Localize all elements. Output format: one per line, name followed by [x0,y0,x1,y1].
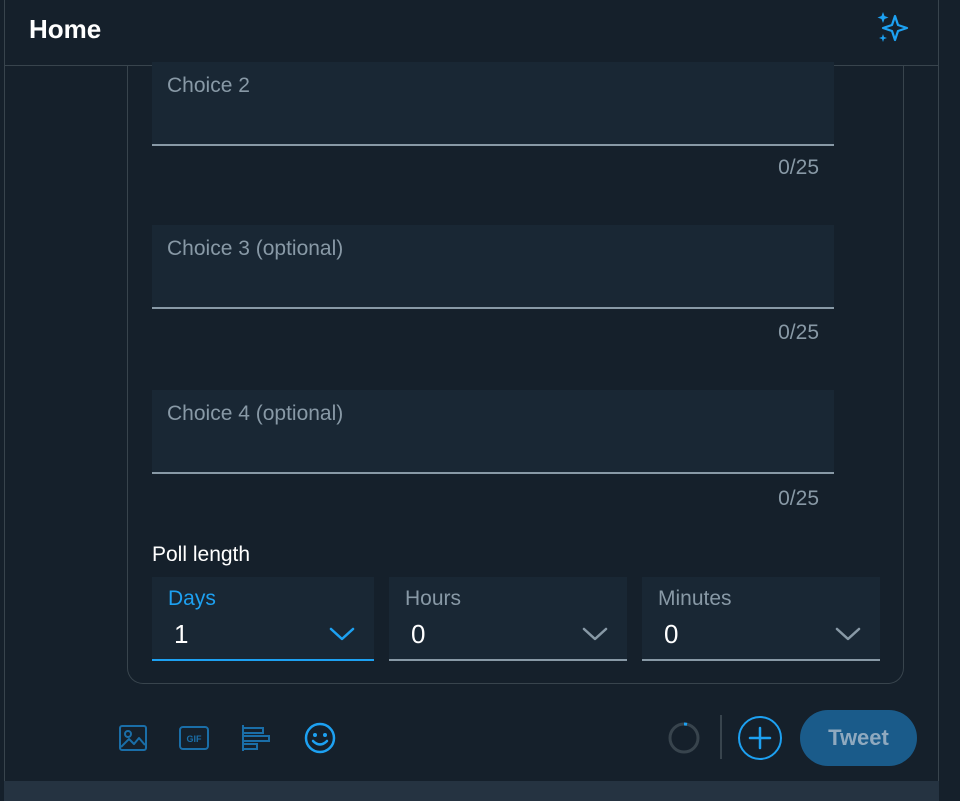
tweet-button[interactable]: Tweet [800,710,917,766]
days-select[interactable]: Days 1 [152,577,374,661]
svg-text:GIF: GIF [187,734,203,744]
poll-choice-3-counter: 0/25 [778,321,819,344]
page-title: Home [29,14,102,44]
days-label: Days [168,587,216,610]
poll-length-label: Poll length [152,543,251,566]
poll-choice-4-field[interactable]: Choice 4 (optional) [152,390,834,474]
gif-icon[interactable]: GIF [176,720,212,756]
home-column: Home Choice 2 0/25 Choice 3 (optional) 0… [4,0,939,801]
days-value: 1 [174,619,189,649]
sparkle-icon[interactable] [873,8,913,48]
add-tweet-icon[interactable] [736,714,784,762]
image-icon[interactable] [115,720,151,756]
right-gutter [940,0,960,801]
home-header: Home [5,0,938,66]
poll-choice-3-placeholder: Choice 3 (optional) [167,237,344,260]
minutes-value: 0 [664,619,679,649]
minutes-select[interactable]: Minutes 0 [642,577,880,661]
bottom-divider [4,781,939,801]
poll-icon[interactable] [237,720,273,756]
chevron-down-icon [329,627,355,641]
chevron-down-icon [835,627,861,641]
poll-choice-3-field[interactable]: Choice 3 (optional) [152,225,834,309]
hours-label: Hours [405,587,462,610]
minutes-label: Minutes [658,587,732,610]
hours-select[interactable]: Hours 0 [389,577,627,661]
emoji-icon[interactable] [302,720,338,756]
poll-choice-2-placeholder: Choice 2 [167,74,250,97]
hours-value: 0 [411,619,426,649]
toolbar-divider [720,715,722,759]
character-progress-icon [668,722,700,754]
chevron-down-icon [582,627,608,641]
poll-choice-2-field[interactable]: Choice 2 [152,62,834,146]
poll-choice-4-placeholder: Choice 4 (optional) [167,402,344,425]
poll-choice-2-counter: 0/25 [778,156,819,179]
poll-choice-4-counter: 0/25 [778,487,819,510]
